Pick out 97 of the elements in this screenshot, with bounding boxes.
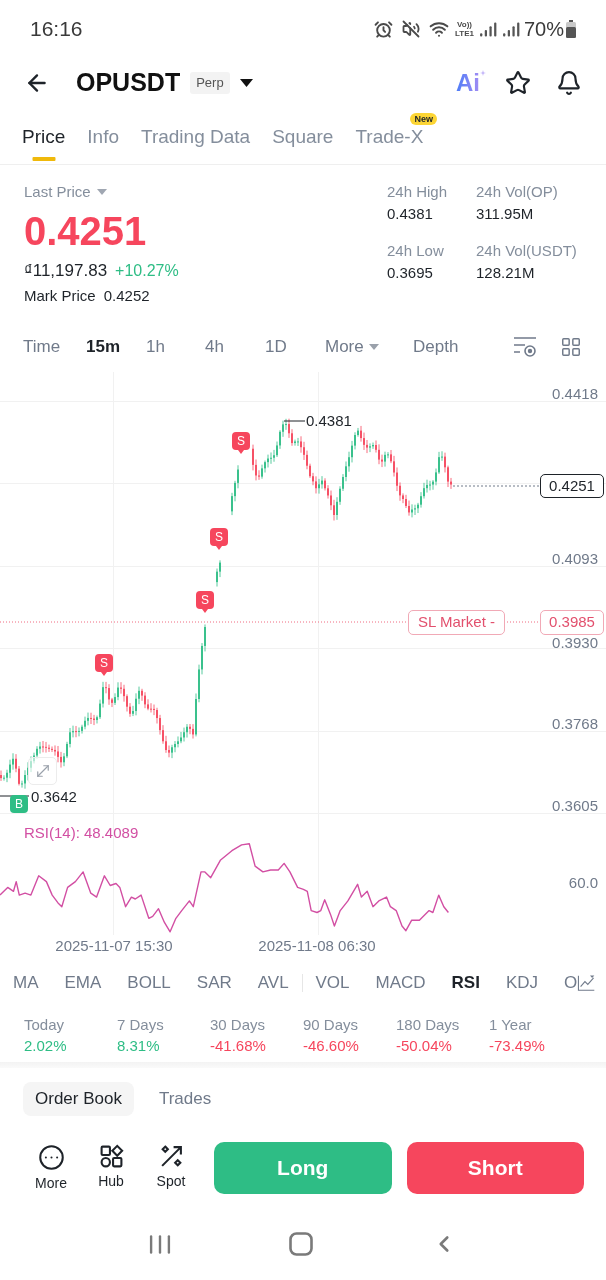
- stop-loss-price-tag: 0.3985: [540, 610, 604, 635]
- indicator-tab[interactable]: RSI: [451, 970, 480, 996]
- timeframe-tab[interactable]: 15m: [86, 334, 121, 360]
- line-chart-icon[interactable]: [577, 972, 596, 994]
- indicator-tab[interactable]: MA: [13, 970, 39, 996]
- star-icon[interactable]: [505, 70, 531, 96]
- more-icon[interactable]: [37, 1144, 65, 1171]
- high-price-leader: [283, 420, 306, 422]
- network-type-label: Vo)): [457, 20, 472, 29]
- time-axis-label: 2025-11-07 15:30: [55, 937, 173, 955]
- caret-icon[interactable]: [239, 79, 253, 87]
- network-type-label: LTE1: [455, 29, 474, 38]
- bell-icon[interactable]: [556, 70, 582, 96]
- low-price-label: 0.3642: [31, 788, 77, 806]
- signal-icon: [502, 21, 520, 37]
- period-change: 2.02%: [24, 1036, 68, 1056]
- stop-loss-tag[interactable]: SL Market -: [408, 610, 505, 635]
- price-axis-label: 0.4418: [552, 385, 598, 403]
- timeframe-tab[interactable]: Depth: [413, 334, 459, 360]
- mark-price-value: 0.4252: [103, 285, 150, 306]
- recent-apps-icon[interactable]: [149, 1233, 171, 1255]
- price-axis-label: 0.3930: [552, 634, 598, 652]
- mute-icon: [402, 20, 420, 38]
- wifi-icon: [428, 19, 450, 39]
- period-change: 8.31%: [117, 1036, 161, 1056]
- shapes-icon[interactable]: [98, 1144, 124, 1169]
- period-label: 7 Days: [117, 1015, 165, 1035]
- indicator-tab[interactable]: SAR: [196, 970, 232, 996]
- period-change: -41.68%: [210, 1036, 267, 1056]
- low-price-leader: [0, 795, 30, 797]
- symbol-title[interactable]: OPUSDT: [76, 64, 181, 102]
- period-label: Today: [24, 1015, 66, 1035]
- stat-label: 24h Vol(USDT): [476, 241, 577, 261]
- page-tab[interactable]: Price: [22, 108, 66, 164]
- page-tab[interactable]: Trading Data: [141, 108, 251, 164]
- price-axis-label: 0.4093: [552, 550, 598, 568]
- battery-icon: [566, 20, 576, 38]
- period-label: 90 Days: [303, 1015, 360, 1035]
- expand-icon[interactable]: [28, 757, 57, 785]
- price-axis-label: 0.3768: [552, 715, 598, 733]
- period-change: -50.04%: [396, 1036, 453, 1056]
- indicator-tab[interactable]: EMA: [64, 970, 102, 996]
- stat-label: 24h High: [387, 182, 449, 202]
- period-label: 180 Days: [396, 1015, 461, 1035]
- signal-icon: [479, 21, 497, 37]
- timeframe-tab[interactable]: 1D: [265, 334, 287, 360]
- book-tab[interactable]: Order Book: [23, 1082, 134, 1116]
- period-label: 30 Days: [210, 1015, 267, 1035]
- diagonal-arrow-icon[interactable]: [158, 1144, 184, 1169]
- stat-value: 311.95M: [476, 204, 535, 224]
- mark-price-label: Mark Price: [24, 285, 96, 306]
- indicator-tab[interactable]: O: [564, 970, 578, 996]
- timeframe-tab[interactable]: More: [325, 334, 379, 360]
- stat-value: 128.21M: [476, 263, 536, 283]
- last-price-value: 0.4251: [24, 208, 148, 254]
- sparkle-icon: [480, 70, 486, 76]
- timeframe-tab[interactable]: 1h: [146, 334, 165, 360]
- period-label: 1 Year: [489, 1015, 533, 1035]
- action-label[interactable]: Hub: [98, 1173, 124, 1189]
- price-change: +10.27%: [115, 261, 179, 281]
- chart-settings-icon[interactable]: [513, 335, 537, 359]
- status-time: 16:16: [30, 16, 83, 43]
- indicator-tab[interactable]: MACD: [375, 970, 426, 996]
- short-button[interactable]: Short: [406, 1142, 584, 1194]
- last-price-label[interactable]: Last Price: [24, 180, 91, 204]
- indicator-tab[interactable]: BOLL: [127, 970, 171, 996]
- indicator-tab[interactable]: VOL: [315, 970, 350, 996]
- stat-label: 24h Vol(OP): [476, 182, 559, 202]
- timeframe-tab[interactable]: 4h: [205, 334, 224, 360]
- page-tab[interactable]: Info: [87, 108, 119, 164]
- high-price-label: 0.4381: [306, 412, 352, 430]
- period-change: -46.60%: [303, 1036, 360, 1056]
- buy-marker: B: [10, 795, 28, 813]
- timeframe-tab[interactable]: Time: [23, 334, 61, 360]
- rsi-axis-label: 60.0: [568, 874, 598, 892]
- period-change: -73.49%: [489, 1036, 546, 1056]
- page-tab[interactable]: Square: [272, 108, 334, 164]
- stat-value: 0.3695: [387, 263, 434, 283]
- grid-icon[interactable]: [560, 336, 582, 358]
- battery-percent: 70%: [523, 17, 564, 42]
- fiat-price: ₫11,197.83: [24, 260, 108, 283]
- book-tab[interactable]: Trades: [146, 1082, 224, 1116]
- indicator-tab[interactable]: AVL: [257, 970, 289, 996]
- rsi-label: RSI(14): 48.4089: [24, 824, 139, 842]
- stat-value: 0.4381: [387, 204, 434, 224]
- time-axis-label: 2025-11-08 06:30: [258, 937, 376, 955]
- long-button[interactable]: Long: [214, 1142, 392, 1194]
- action-label[interactable]: More: [35, 1175, 67, 1191]
- contract-type-badge: Perp: [190, 72, 230, 94]
- home-icon[interactable]: [289, 1232, 313, 1256]
- action-label[interactable]: Spot: [156, 1173, 186, 1189]
- indicator-tab[interactable]: KDJ: [505, 970, 538, 996]
- price-axis-label: 0.3605: [552, 797, 598, 815]
- current-price-tag: 0.4251: [540, 474, 604, 498]
- stat-label: 24h Low: [387, 241, 445, 261]
- new-badge: New: [410, 113, 437, 125]
- alarm-icon: [374, 19, 393, 39]
